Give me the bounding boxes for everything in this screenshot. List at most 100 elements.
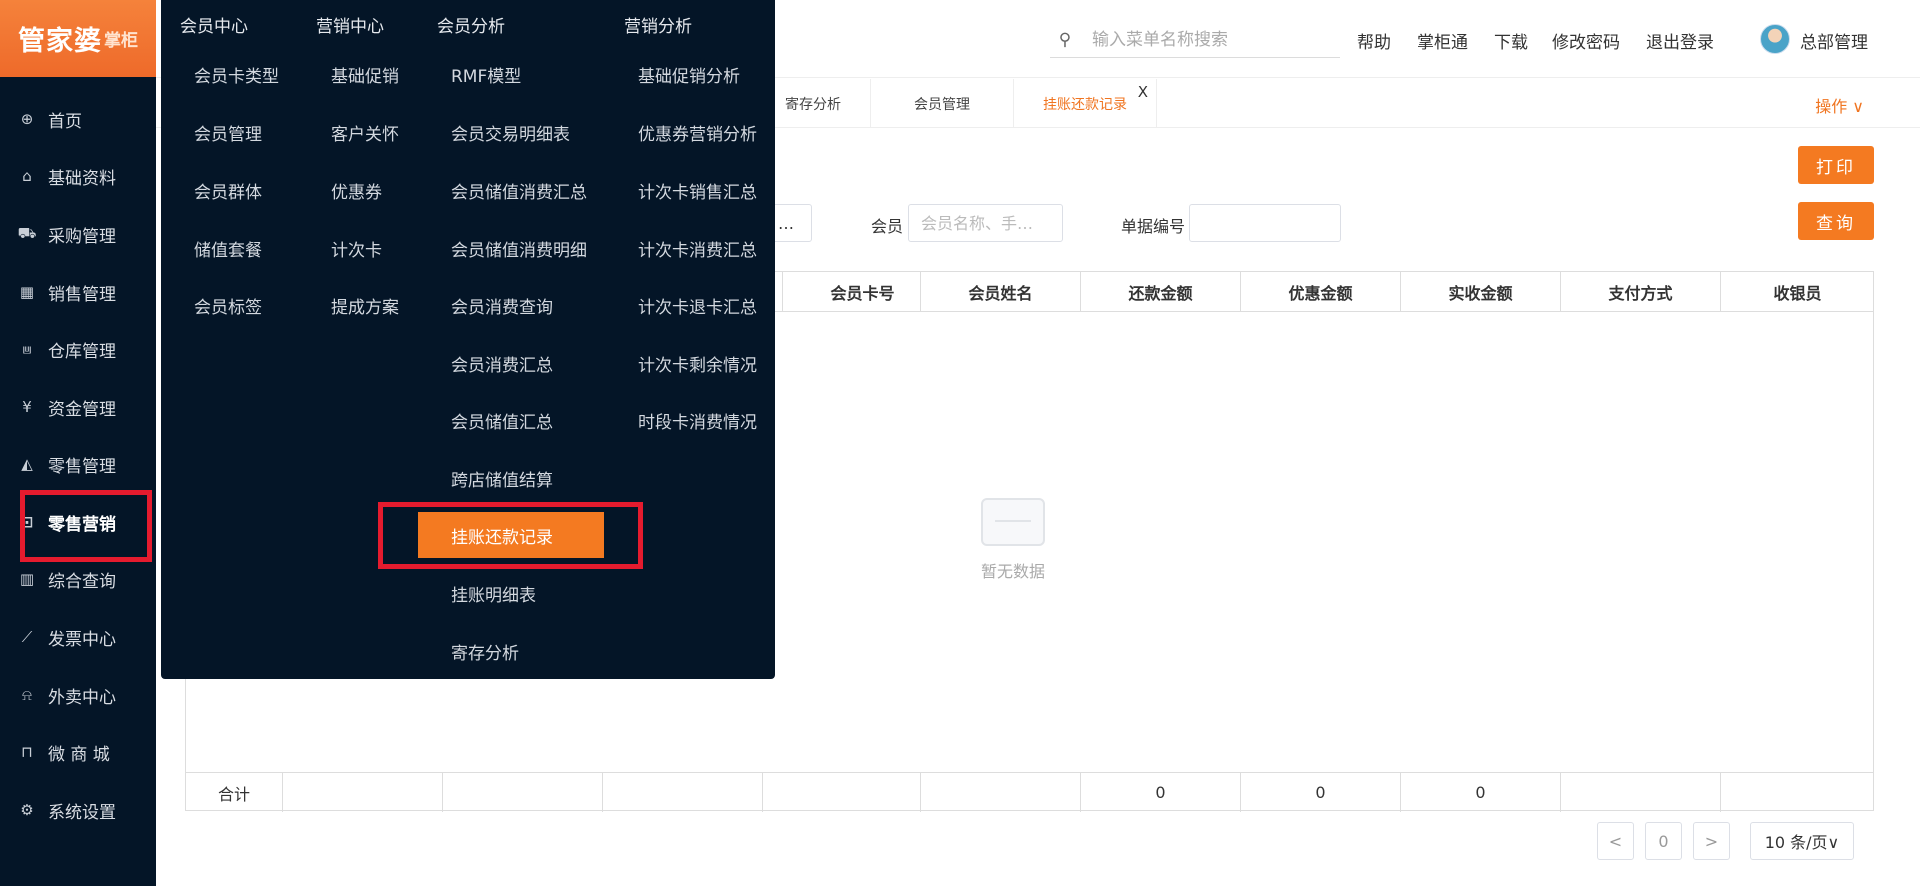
footer-cell: [1720, 773, 1874, 812]
page-size-select[interactable]: 10 条/页∨: [1750, 822, 1854, 860]
menu-item[interactable]: 基础促销分析: [638, 62, 740, 87]
tab-label: 会员管理: [914, 96, 970, 113]
sidebar-item-warehouse[interactable]: ⩏ 仓库管理: [0, 329, 156, 369]
menu-item[interactable]: 会员消费汇总: [451, 351, 553, 376]
sidebar-item-settings[interactable]: ⚙ 系统设置: [0, 790, 156, 830]
money-icon: ¥: [22, 398, 32, 416]
user-name[interactable]: 总部管理: [1800, 28, 1868, 53]
sidebar-item-mall[interactable]: ⊓ 微 商 城: [0, 732, 156, 772]
sidebar-item-basic[interactable]: ⌂ 基础资料: [0, 156, 156, 196]
gear-icon: ⚙: [20, 801, 34, 819]
search-input[interactable]: [1092, 29, 1322, 50]
menu-search: ⚲: [1050, 22, 1340, 58]
bar-chart-icon: ▥: [19, 570, 35, 588]
brand-sub: 掌柜: [104, 31, 138, 51]
menu-item[interactable]: 基础促销: [331, 62, 399, 87]
change-password-link[interactable]: 修改密码: [1552, 28, 1620, 53]
empty-box-icon: [981, 498, 1045, 546]
bill-number-label: 单据编号: [1121, 217, 1186, 236]
footer-cell: [282, 773, 442, 812]
sidebar-item-sales[interactable]: ▦ 销售管理: [0, 272, 156, 312]
tab-label: 挂账还款记录: [1043, 96, 1127, 113]
next-page-button[interactable]: >: [1693, 822, 1730, 860]
menu-item[interactable]: 跨店储值结算: [451, 466, 553, 491]
operations-dropdown[interactable]: 操作 ∨: [1815, 93, 1864, 117]
menu-item[interactable]: 会员标签: [194, 293, 262, 318]
print-button[interactable]: 打印: [1798, 146, 1874, 184]
globe-icon: ⊕: [20, 110, 34, 128]
sidebar-item-label: 发票中心: [48, 629, 116, 650]
sidebar-item-purchase[interactable]: ⛟ 采购管理: [0, 214, 156, 254]
bag-icon: ⊓: [21, 743, 33, 761]
col-header[interactable]: 优惠金额: [1240, 272, 1400, 312]
logout-link[interactable]: 退出登录: [1646, 28, 1714, 53]
col-header[interactable]: 支付方式: [1560, 272, 1720, 312]
help-link[interactable]: 帮助: [1357, 28, 1391, 53]
col-header[interactable]: 会员卡号: [782, 272, 942, 312]
menu-item[interactable]: 挂账明细表: [451, 581, 536, 606]
sidebar-item-label: 基础资料: [48, 168, 116, 189]
col-header[interactable]: 会员姓名: [920, 272, 1080, 312]
member-input[interactable]: [908, 204, 1063, 242]
menu-item[interactable]: 时段卡消费情况: [638, 408, 757, 433]
menu-item[interactable]: RMF模型: [451, 62, 521, 87]
menu-item[interactable]: 计次卡销售汇总: [638, 178, 757, 203]
tab-member-management[interactable]: 会员管理: [871, 79, 1014, 128]
sidebar-item-label: 零售管理: [48, 456, 116, 477]
query-button[interactable]: 查询: [1798, 202, 1874, 240]
menu-header-marketing-center: 营销中心: [316, 17, 384, 37]
sidebar-item-query[interactable]: ▥ 综合查询: [0, 559, 156, 599]
menu-item[interactable]: 计次卡剩余情况: [638, 351, 757, 376]
menu-item[interactable]: 会员群体: [194, 178, 262, 203]
member-label: 会员: [871, 217, 904, 236]
zhanggui-link[interactable]: 掌柜通: [1417, 28, 1468, 53]
line-chart-icon: ⟋: [21, 628, 33, 646]
menu-item[interactable]: 优惠券营销分析: [638, 120, 757, 145]
sidebar-item-invoice[interactable]: ⟋ 发票中心: [0, 617, 156, 657]
sidebar-item-funds[interactable]: ¥ 资金管理: [0, 387, 156, 427]
footer-cell: [1560, 773, 1720, 812]
menu-item[interactable]: 会员储值消费汇总: [451, 178, 587, 203]
footer-discount-total: 0: [1240, 773, 1400, 812]
menu-item[interactable]: 会员储值汇总: [451, 408, 553, 433]
close-icon[interactable]: X: [1138, 83, 1148, 101]
col-header[interactable]: 实收金额: [1400, 272, 1560, 312]
alarm-icon: ⍾: [22, 686, 32, 704]
retail-marketing-menu: 会员中心 营销中心 会员分析 营销分析 会员卡类型 会员管理 会员群体 储值套餐…: [161, 0, 775, 679]
chart-area-icon: ◭: [21, 455, 33, 473]
menu-item[interactable]: 会员消费查询: [451, 293, 553, 318]
col-header[interactable]: 还款金额: [1080, 272, 1240, 312]
menu-item[interactable]: 会员储值消费明细: [451, 236, 587, 261]
sidebar-item-label: 采购管理: [48, 226, 116, 247]
menu-item[interactable]: 客户关怀: [331, 120, 399, 145]
avatar[interactable]: [1760, 24, 1790, 54]
menu-item[interactable]: 计次卡: [331, 236, 382, 261]
menu-item[interactable]: 储值套餐: [194, 236, 262, 261]
menu-item[interactable]: 会员管理: [194, 120, 262, 145]
sidebar-item-delivery[interactable]: ⍾ 外卖中心: [0, 675, 156, 715]
sidebar-item-retail[interactable]: ◭ 零售管理: [0, 444, 156, 484]
prev-page-button[interactable]: <: [1597, 822, 1634, 860]
search-icon: ⚲: [1058, 29, 1072, 50]
sidebar-item-home[interactable]: ⊕ 首页: [0, 99, 156, 139]
download-link[interactable]: 下载: [1494, 28, 1528, 53]
tab-credit-repayment[interactable]: 挂账还款记录 X: [1014, 79, 1157, 128]
menu-item[interactable]: 会员交易明细表: [451, 120, 570, 145]
menu-item[interactable]: 计次卡退卡汇总: [638, 293, 757, 318]
col-header[interactable]: 收银员: [1720, 272, 1874, 312]
menu-item[interactable]: 会员卡类型: [194, 62, 279, 87]
menu-item[interactable]: 寄存分析: [451, 639, 519, 664]
empty-text: 暂无数据: [981, 562, 1046, 581]
menu-item[interactable]: 提成方案: [331, 293, 399, 318]
menu-item[interactable]: 计次卡消费汇总: [638, 236, 757, 261]
menu-header-marketing-analysis: 营销分析: [624, 17, 692, 37]
menu-item[interactable]: 优惠券: [331, 178, 382, 203]
highlight-box-sidebar: [20, 490, 152, 562]
menu-header-member-center: 会员中心: [180, 17, 248, 37]
bill-number-input[interactable]: [1189, 204, 1341, 242]
cart-icon: ⛟: [17, 224, 37, 242]
sidebar-item-label: 系统设置: [48, 802, 116, 823]
brand-name: 管家婆: [18, 26, 102, 57]
page-number[interactable]: 0: [1645, 822, 1682, 860]
footer-cell: [762, 773, 920, 812]
